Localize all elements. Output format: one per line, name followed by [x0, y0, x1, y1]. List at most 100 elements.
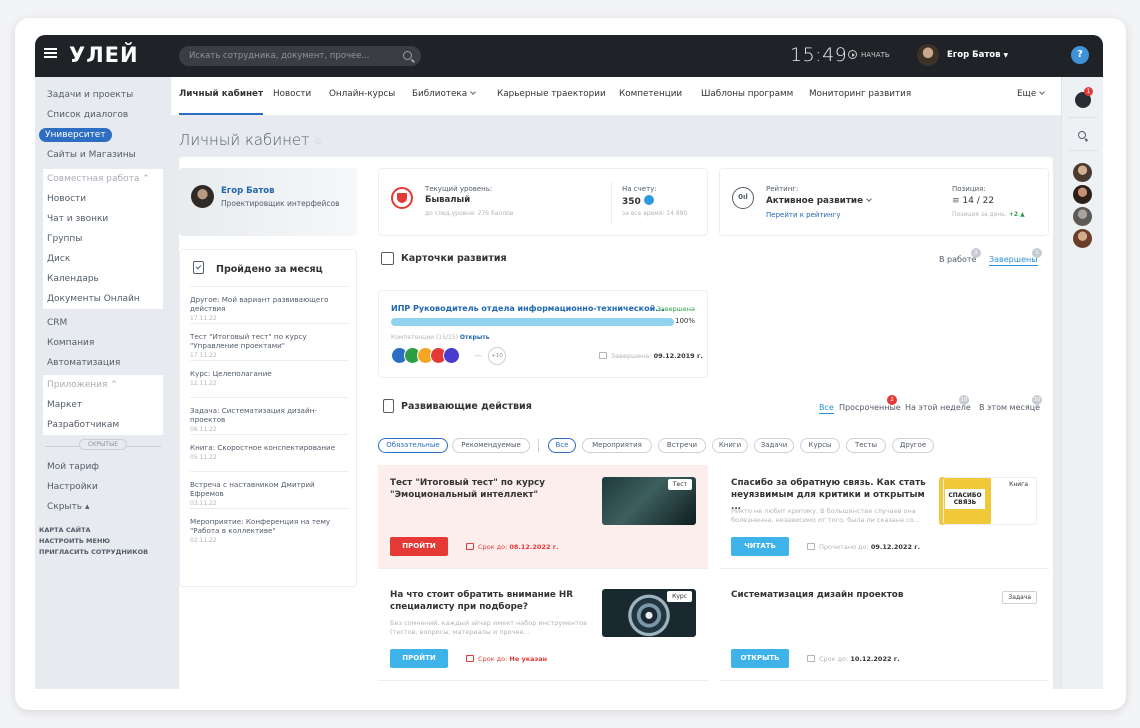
- action-desc: Никто не любит критику. В большинстве сл…: [731, 507, 920, 524]
- pill-meetings[interactable]: Встречи: [658, 438, 706, 453]
- item-date: 17.11.22: [190, 315, 217, 322]
- pill-books[interactable]: Книги: [712, 438, 748, 453]
- filter-completed[interactable]: Завершены: [989, 255, 1038, 266]
- ipr-card[interactable]: ИПР Руководитель отдела информационно-те…: [378, 290, 708, 378]
- pill-courses[interactable]: Курсы: [800, 438, 840, 453]
- filter-all[interactable]: Все: [819, 403, 834, 414]
- done-label: Завершена:: [611, 352, 652, 360]
- avatar[interactable]: [1073, 163, 1092, 182]
- menu-item-calendar[interactable]: Календарь: [43, 269, 163, 289]
- ipr-title[interactable]: ИПР Руководитель отдела информационно-те…: [391, 304, 664, 313]
- tab-career[interactable]: Карьерные траектории: [497, 89, 606, 99]
- search-input[interactable]: Искать сотрудника, документ, прочее...: [179, 46, 421, 66]
- avatar[interactable]: [1073, 229, 1092, 248]
- pill-mandatory[interactable]: Обязательные: [378, 438, 448, 453]
- read-button[interactable]: ЧИТАТЬ: [731, 537, 789, 556]
- pill-tests[interactable]: Тесты: [846, 438, 886, 453]
- bulb-icon[interactable]: [443, 347, 460, 364]
- action-title[interactable]: На что стоит обратить внимание HR специа…: [390, 589, 590, 613]
- pill-all[interactable]: Все: [548, 438, 576, 453]
- tab-monitoring[interactable]: Мониторинг развития: [809, 89, 911, 99]
- calendar-icon: [807, 655, 815, 662]
- action-card[interactable]: Тест "Итоговый тест" по курсу "Эмоционал…: [378, 465, 708, 569]
- action-title[interactable]: Систематизация дизайн проектов: [731, 589, 971, 601]
- menu-item-crm[interactable]: CRM: [35, 313, 171, 333]
- action-card[interactable]: На что стоит обратить внимание HR специа…: [378, 577, 708, 681]
- menu-item-news[interactable]: Новости: [43, 189, 163, 209]
- menu-item-automation[interactable]: Автоматизация: [35, 353, 171, 373]
- menu-item-company[interactable]: Компания: [35, 333, 171, 353]
- rating-select[interactable]: Активное развитие: [766, 196, 872, 206]
- list-item[interactable]: Мероприятие: Конференция на тему "Работа…: [190, 508, 348, 545]
- pill-recommended[interactable]: Рекомендуемые: [452, 438, 530, 453]
- tab-library[interactable]: Библиотека: [412, 89, 476, 99]
- user-menu[interactable]: Егор Батов ▼: [947, 50, 1008, 60]
- menu-group-title[interactable]: Приложения ⌃: [43, 375, 163, 395]
- take-course-button[interactable]: ПРОЙТИ: [390, 649, 448, 668]
- list-item[interactable]: Встреча с наставником Дмитрий Ефремов 03.…: [190, 471, 348, 508]
- menu-item-tasks[interactable]: Задачи и проекты: [35, 85, 171, 105]
- list-item[interactable]: Задача: Систематизация дизайн-проектов 06…: [190, 397, 348, 434]
- tab-cabinet[interactable]: Личный кабинет: [179, 89, 264, 115]
- list-item[interactable]: Книга: Скоростное конспектирование 05.11.…: [190, 434, 348, 471]
- link-invite[interactable]: ПРИГЛАСИТЬ СОТРУДНИКОВ: [35, 547, 171, 558]
- more-competencies[interactable]: +10: [488, 347, 506, 365]
- menu-item-developers[interactable]: Разработчикам: [43, 415, 163, 435]
- avatar[interactable]: [917, 44, 939, 66]
- hidden-label[interactable]: СКРЫТЫЕ: [78, 439, 128, 450]
- take-test-button[interactable]: ПРОЙТИ: [390, 537, 448, 556]
- rating-link[interactable]: Перейти к рейтингу: [766, 211, 841, 219]
- search-icon[interactable]: [403, 51, 412, 60]
- action-card[interactable]: Систематизация дизайн проектов Задача ОТ…: [719, 577, 1049, 681]
- avatar[interactable]: [1073, 207, 1092, 226]
- menu-item-hide[interactable]: Скрыть ▴: [35, 497, 171, 517]
- menu-item-chat[interactable]: Чат и звонки: [43, 209, 163, 229]
- help-icon[interactable]: ?: [1071, 46, 1089, 64]
- menu-item-market[interactable]: Маркет: [43, 395, 163, 415]
- tab-news[interactable]: Новости: [273, 89, 311, 99]
- menu-item-dialogs[interactable]: Список диалогов: [35, 105, 171, 125]
- list-item[interactable]: Другое: Мой вариант развивающего действи…: [190, 286, 348, 323]
- action-title[interactable]: Тест "Итоговый тест" по курсу "Эмоционал…: [390, 477, 590, 501]
- avatar[interactable]: [1073, 185, 1092, 204]
- map-icon: [381, 252, 394, 265]
- pill-tasks[interactable]: Задачи: [754, 438, 794, 453]
- menu-group-title[interactable]: Совместная работа ⌃: [43, 169, 163, 189]
- open-link[interactable]: Открыть: [460, 334, 490, 341]
- list-item[interactable]: Курс: Целеполагание 12.11.22: [190, 360, 348, 397]
- link-configure-menu[interactable]: НАСТРОИТЬ МЕНЮ: [35, 536, 171, 547]
- logo[interactable]: УЛЕЙ: [69, 43, 139, 67]
- menu-item-settings[interactable]: Настройки: [35, 477, 171, 497]
- action-desc: Без сомнений, каждый эйчар имеет набор и…: [390, 619, 587, 636]
- link-sitemap[interactable]: КАРТА САЙТА: [35, 525, 171, 536]
- separator: —: [474, 351, 482, 360]
- tab-competencies[interactable]: Компетенции: [619, 89, 682, 99]
- menu-item-sites[interactable]: Сайты и Магазины: [35, 145, 171, 165]
- tab-templates[interactable]: Шаблоны программ: [701, 89, 793, 99]
- filter-this-month[interactable]: В этом месяце: [979, 403, 1040, 412]
- tab-more[interactable]: Еще: [1017, 89, 1046, 99]
- menu-item-docs[interactable]: Документы Онлайн: [43, 289, 163, 309]
- list-item[interactable]: Тест "Итоговый тест" по курсу "Управлени…: [190, 323, 348, 360]
- tab-courses[interactable]: Онлайн-курсы: [329, 89, 395, 99]
- menu-item-groups[interactable]: Группы: [43, 229, 163, 249]
- count-badge: 10: [959, 395, 969, 405]
- search-placeholder: Искать сотрудника, документ, прочее...: [189, 51, 370, 61]
- profile-card[interactable]: Егор Батов Проектировщик интерфейсов: [179, 168, 357, 236]
- avatar[interactable]: [191, 185, 214, 208]
- position-day-label: Позиция за день:: [952, 211, 1007, 218]
- bookmark-icon: [383, 399, 394, 413]
- pill-other[interactable]: Другое: [892, 438, 934, 453]
- menu-item-tariff[interactable]: Мой тариф: [35, 457, 171, 477]
- menu-item-university[interactable]: Университет: [35, 125, 171, 145]
- star-icon[interactable]: ☆: [313, 135, 323, 148]
- filter-in-progress[interactable]: В работе: [939, 255, 976, 264]
- search-icon[interactable]: [1078, 131, 1086, 139]
- menu-icon[interactable]: [44, 48, 57, 58]
- action-card[interactable]: Спасибо за обратную связь. Как стать неу…: [719, 465, 1049, 569]
- profile-name[interactable]: Егор Батов: [221, 186, 275, 196]
- menu-item-disk[interactable]: Диск: [43, 249, 163, 269]
- start-workday-button[interactable]: НАЧАТЬ: [848, 50, 890, 59]
- pill-events[interactable]: Мероприятия: [582, 438, 652, 453]
- open-task-button[interactable]: ОТКРЫТЬ: [731, 649, 789, 668]
